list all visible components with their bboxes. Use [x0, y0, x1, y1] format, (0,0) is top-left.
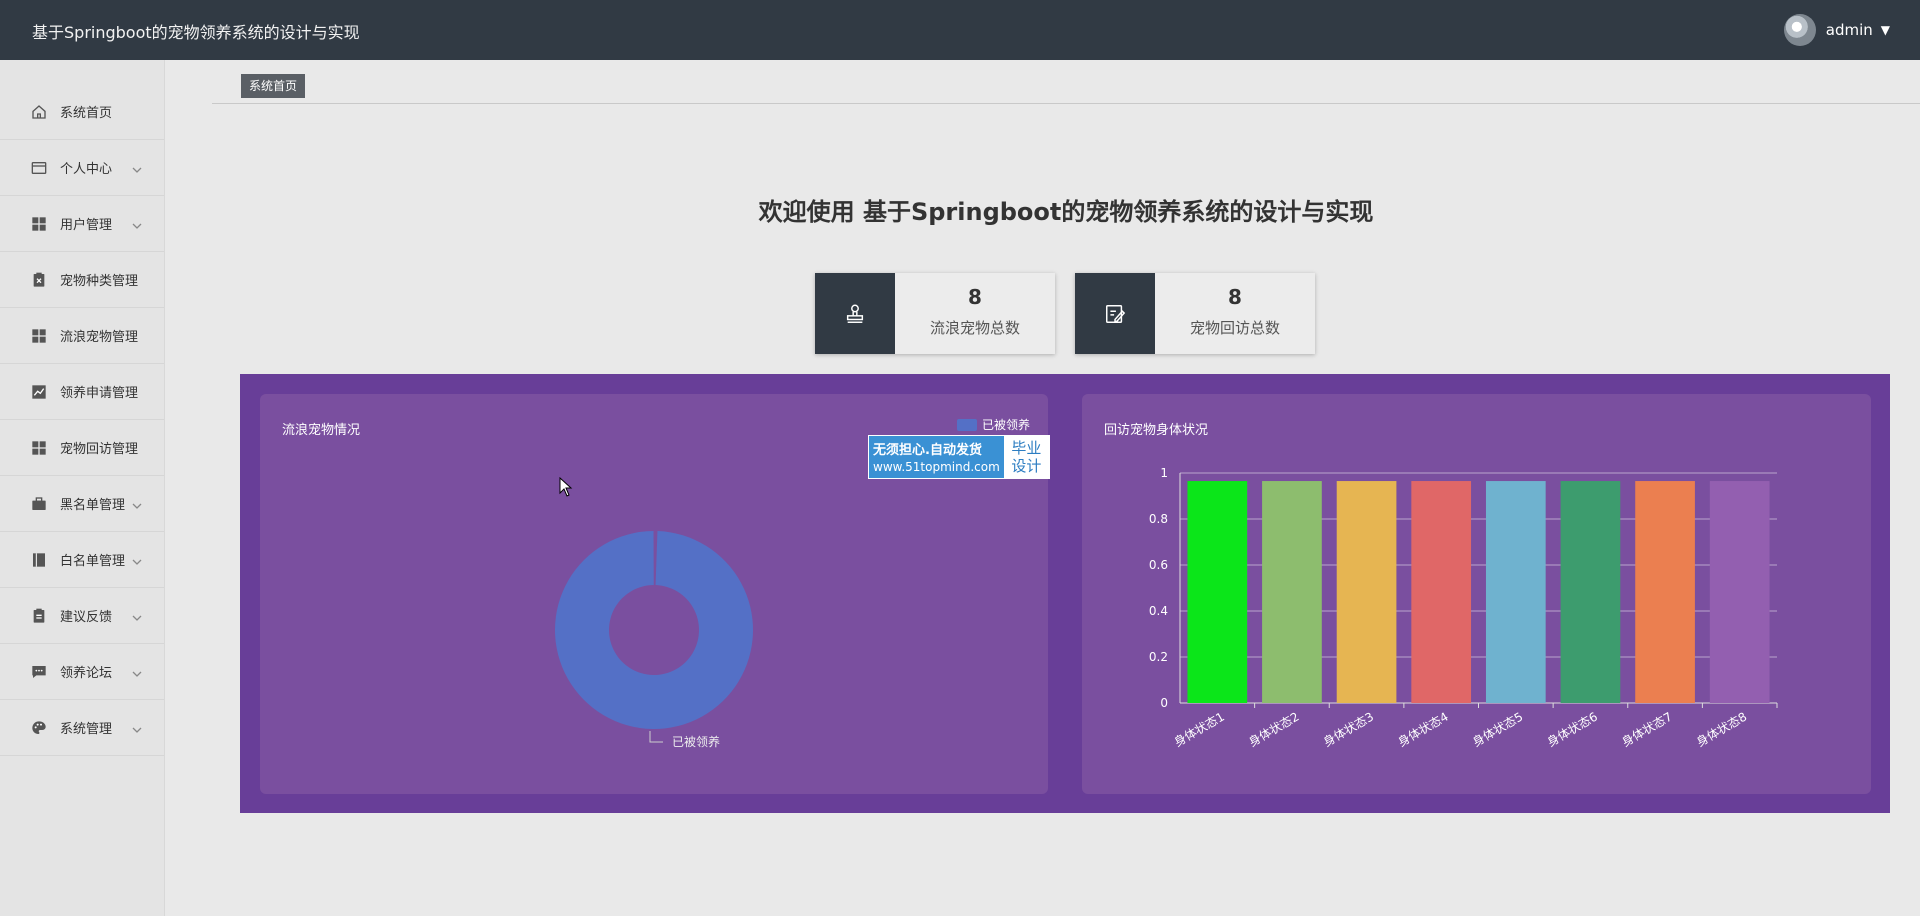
sidebar-item-label: 宠物种类管理	[60, 274, 139, 289]
watermark-line1: 无须担心.自动发货	[873, 443, 982, 458]
clipboard-x-icon	[30, 271, 48, 289]
y-tick-label: 0	[1160, 696, 1168, 710]
chevron-down-icon[interactable]	[132, 552, 142, 565]
bar[interactable]	[1485, 481, 1546, 703]
bar[interactable]	[1411, 481, 1472, 703]
sidebar-item-11[interactable]: 领养论坛	[0, 644, 164, 700]
y-tick-label: 0.4	[1149, 604, 1168, 618]
line-chart-icon	[30, 383, 48, 401]
app-title: 基于Springboot的宠物领养系统的设计与实现	[32, 23, 360, 42]
grid-icon	[30, 327, 48, 345]
bar-chart-panel: 回访宠物身体状况 0 0.2 0.4 0.6 0.8 1 身体状态1 身体状态2 身体状态3 身体…	[1082, 394, 1871, 794]
x-tick-label: 身体状态1	[1171, 709, 1227, 750]
sidebar-item-4[interactable]: 宠物种类管理	[0, 252, 164, 308]
sidebar-item-8[interactable]: 黑名单管理	[0, 476, 164, 532]
sidebar-item-3[interactable]: 用户管理	[0, 196, 164, 252]
sidebar-item-2[interactable]: 个人中心	[0, 140, 164, 196]
bar[interactable]	[1709, 481, 1770, 703]
breadcrumb-tag-home[interactable]: 系统首页	[241, 74, 306, 98]
sidebar: 系统首页个人中心用户管理宠物种类管理 流浪宠物管理 领养申请管理 宠物回访管理 黑名单管…	[0, 60, 165, 916]
y-tick-label: 1	[1160, 466, 1168, 480]
sidebar-item-label: 个人中心	[60, 162, 113, 177]
chevron-down-icon[interactable]	[132, 664, 142, 677]
briefcase-icon	[30, 495, 48, 513]
grid-icon	[30, 439, 48, 457]
bar[interactable]	[1635, 481, 1695, 703]
sidebar-item-label: 领养论坛	[60, 666, 113, 681]
chevron-down-icon[interactable]	[132, 608, 142, 621]
clipboard-icon	[30, 607, 48, 625]
sidebar-item-label: 系统首页	[60, 106, 113, 121]
sidebar-item-9[interactable]: 白名单管理	[0, 532, 164, 588]
sidebar-item-label: 白名单管理	[60, 554, 126, 569]
user-name[interactable]: admin	[1826, 21, 1873, 39]
bar[interactable]	[1262, 481, 1322, 703]
stat-card-stray-pets: 8 流浪宠物总数	[815, 273, 1055, 354]
pie-slice-label: 已被领养	[672, 734, 720, 749]
mouse-cursor-icon	[559, 477, 573, 497]
top-bar: 基于Springboot的宠物领养系统的设计与实现 admin ▼	[0, 0, 1920, 60]
stamp-icon	[815, 273, 895, 354]
x-tick-label: 身体状态3	[1320, 709, 1376, 750]
sidebar-item-12[interactable]: 系统管理	[0, 700, 164, 756]
stat-label: 流浪宠物总数	[929, 319, 1020, 337]
sidebar-item-label: 宠物回访管理	[60, 442, 139, 457]
chevron-down-icon[interactable]	[132, 216, 142, 229]
sidebar-item-7[interactable]: 宠物回访管理	[0, 420, 164, 476]
x-tick-label: 身体状态5	[1470, 709, 1526, 750]
watermark-right-line2: 设计	[1011, 457, 1042, 475]
watermark-badge: 无须担心.自动发货 www.51topmind.com 毕业 设计	[868, 435, 1050, 479]
x-tick-label: 身体状态4	[1395, 709, 1451, 750]
sidebar-item-1[interactable]: 系统首页	[0, 84, 164, 140]
y-tick-label: 0.6	[1149, 558, 1168, 572]
y-tick-label: 0.8	[1149, 512, 1168, 526]
sidebar-item-label: 建议反馈	[60, 610, 113, 625]
y-tick-label: 0.2	[1149, 650, 1168, 664]
book-icon	[30, 551, 48, 569]
sidebar-item-label: 用户管理	[60, 218, 113, 233]
welcome-heading: 欢迎使用 基于Springboot的宠物领养系统的设计与实现	[758, 198, 1374, 226]
legend-swatch[interactable]	[957, 419, 977, 431]
sidebar-item-label: 黑名单管理	[60, 498, 126, 513]
home-icon	[30, 103, 48, 121]
chevron-down-icon[interactable]	[132, 496, 142, 509]
edit-note-icon	[1075, 273, 1155, 354]
bar-chart: 0 0.2 0.4 0.6 0.8 1 身体状态1 身体状态2 身体状态3 身体状态4 身体状态5 身…	[1149, 466, 1778, 750]
sidebar-menu: 系统首页个人中心用户管理宠物种类管理 流浪宠物管理 领养申请管理 宠物回访管理 黑名单管…	[0, 84, 164, 756]
x-tick-label: 身体状态6	[1544, 709, 1600, 750]
chat-icon	[30, 663, 48, 681]
sidebar-item-10[interactable]: 建议反馈	[0, 588, 164, 644]
sidebar-item-label: 领养申请管理	[60, 386, 139, 401]
id-card-icon	[30, 159, 48, 177]
bar[interactable]	[1560, 481, 1621, 703]
chevron-down-icon[interactable]	[132, 720, 142, 733]
breadcrumb: 系统首页	[212, 60, 1920, 104]
chevron-down-icon[interactable]	[132, 160, 142, 173]
sidebar-item-label: 流浪宠物管理	[60, 330, 139, 345]
watermark-right-line1: 毕业	[1011, 439, 1042, 457]
chart-area: 流浪宠物情况 已被领养 已被领养 回访宠物身体状况 0 0.2 0.4 0.6 0.8 1 身…	[240, 374, 1890, 813]
watermark-line2: www.51topmind.com	[873, 460, 1000, 474]
stat-value: 8	[1228, 285, 1242, 309]
pie-label-line	[649, 731, 663, 743]
grid-icon	[30, 215, 48, 233]
bar[interactable]	[1336, 481, 1397, 703]
legend-label[interactable]: 已被领养	[982, 417, 1030, 432]
palette-icon	[30, 719, 48, 737]
x-tick-label: 身体状态8	[1694, 709, 1750, 750]
caret-down-icon[interactable]: ▼	[1881, 23, 1890, 37]
x-tick-label: 身体状态2	[1246, 709, 1302, 750]
avatar[interactable]	[1783, 14, 1816, 46]
stat-card-pet-visits: 8 宠物回访总数	[1075, 273, 1315, 354]
x-tick-label: 身体状态7	[1619, 709, 1675, 750]
sidebar-item-6[interactable]: 领养申请管理	[0, 364, 164, 420]
user-menu[interactable]: admin ▼	[1783, 14, 1890, 46]
sidebar-item-5[interactable]: 流浪宠物管理	[0, 308, 164, 364]
stat-value: 8	[968, 285, 982, 309]
stat-label: 宠物回访总数	[1189, 319, 1280, 337]
pie-slice[interactable]	[554, 531, 753, 729]
sidebar-item-label: 系统管理	[60, 722, 113, 737]
bar[interactable]	[1187, 481, 1248, 703]
